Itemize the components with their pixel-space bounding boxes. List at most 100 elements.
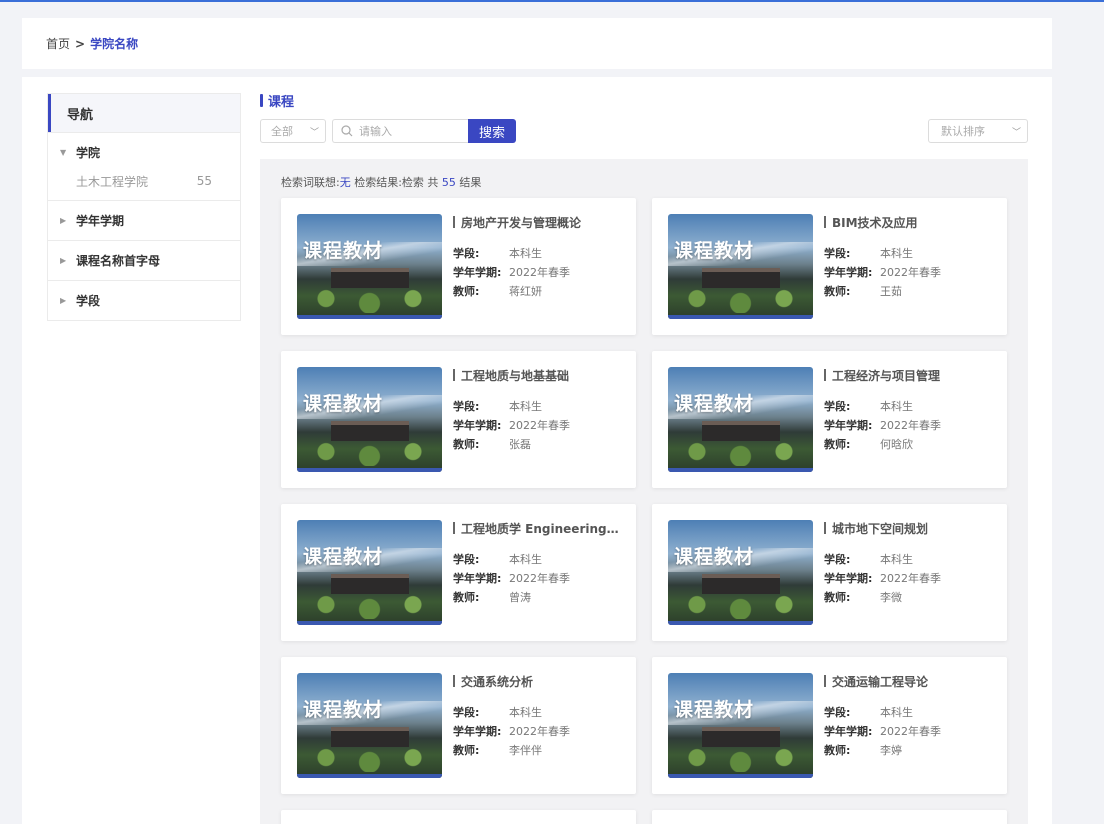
- nav-group-initial-toggle[interactable]: ▶ 课程名称首字母: [48, 241, 240, 280]
- course-card[interactable]: 课程教材 城市地下空间规划 学段: 本科生 学年学期: 2022年春季 教师: …: [652, 504, 1007, 641]
- title-accent-bar: [824, 369, 826, 381]
- meta-row-stage: 学段: 本科生: [453, 396, 625, 415]
- course-title: 房地产开发与管理概论: [453, 214, 625, 230]
- nav-group-stage: ▶ 学段: [48, 280, 240, 320]
- title-accent-bar: [453, 522, 455, 534]
- summary-suffix: 结果: [455, 176, 482, 189]
- thumbnail-label: 课程教材: [303, 546, 384, 568]
- filter-select-value: 全部: [271, 125, 293, 138]
- nav-group-label: 学年学期: [76, 214, 125, 228]
- meta-row-term: 学年学期: 2022年春季: [824, 262, 996, 281]
- course-title-text: 工程经济与项目管理: [832, 368, 941, 383]
- nav-group-label: 学院: [76, 146, 101, 160]
- course-content: 课程 全部 ﹀ 搜索 默认排序 ﹀ 检索词联想:无 检索结果:检索: [260, 91, 1028, 824]
- meta-key: 教师:: [824, 590, 851, 604]
- sort-select[interactable]: 默认排序 ﹀: [928, 119, 1028, 143]
- thumbnail-label: 课程教材: [303, 393, 384, 415]
- summary-count: 55: [441, 176, 456, 189]
- meta-row-stage: 学段: 本科生: [824, 396, 996, 415]
- course-meta: 学段: 本科生 学年学期: 2022年春季 教师: 蒋红妍: [453, 243, 625, 300]
- meta-key: 学段:: [824, 552, 851, 566]
- sort-select-value: 默认排序: [941, 125, 985, 138]
- meta-teacher-value: 张磊: [509, 437, 531, 451]
- meta-key: 教师:: [453, 743, 480, 757]
- title-accent-bar: [453, 369, 455, 381]
- breadcrumb-home-link[interactable]: 首页: [46, 35, 70, 52]
- nav-group-initial: ▶ 课程名称首字母: [48, 240, 240, 280]
- course-thumbnail: 课程教材: [668, 214, 813, 319]
- course-meta: 学段: 本科生 学年学期: 2022年春季 教师: 张磊: [453, 396, 625, 453]
- meta-key: 学段:: [453, 552, 480, 566]
- nav-item-civil-engineering[interactable]: 土木工程学院 55: [48, 166, 240, 196]
- meta-term-value: 2022年春季: [880, 724, 941, 738]
- meta-key: 学段:: [824, 399, 851, 413]
- course-info: 城市地下空间规划 学段: 本科生 学年学期: 2022年春季 教师: 李微: [824, 520, 996, 606]
- course-card-partial[interactable]: [652, 810, 1007, 824]
- search-input[interactable]: [359, 124, 459, 138]
- meta-term-value: 2022年春季: [509, 571, 570, 585]
- nav-group-term-toggle[interactable]: ▶ 学年学期: [48, 201, 240, 240]
- meta-term-value: 2022年春季: [509, 418, 570, 432]
- course-thumbnail: 课程教材: [297, 673, 442, 778]
- course-title: 交通运输工程导论: [824, 673, 996, 689]
- caret-down-icon: ▼: [60, 148, 67, 157]
- meta-term-value: 2022年春季: [880, 571, 941, 585]
- meta-key: 学年学期:: [453, 418, 502, 432]
- course-card[interactable]: 课程教材 交通系统分析 学段: 本科生 学年学期: 2022年春季 教师: 李伴…: [281, 657, 636, 794]
- thumbnail-label: 课程教材: [674, 699, 755, 721]
- meta-row-term: 学年学期: 2022年春季: [453, 721, 625, 740]
- chevron-down-icon: ﹀: [1011, 127, 1021, 138]
- meta-stage-value: 本科生: [509, 552, 542, 566]
- meta-row-term: 学年学期: 2022年春季: [824, 568, 996, 587]
- course-title-text: 工程地质与地基基础: [461, 368, 570, 383]
- filter-select[interactable]: 全部 ﹀: [260, 119, 326, 143]
- course-card[interactable]: 课程教材 BIM技术及应用 学段: 本科生 学年学期: 2022年春季 教师: …: [652, 198, 1007, 335]
- meta-row-teacher: 教师: 何晗欣: [824, 434, 996, 453]
- meta-term-value: 2022年春季: [880, 418, 941, 432]
- meta-row-stage: 学段: 本科生: [824, 243, 996, 262]
- course-title-text: BIM技术及应用: [832, 215, 918, 230]
- meta-row-teacher: 教师: 李婷: [824, 740, 996, 759]
- course-info: 房地产开发与管理概论 学段: 本科生 学年学期: 2022年春季 教师: 蒋红妍: [453, 214, 625, 300]
- search-button[interactable]: 搜索: [468, 119, 516, 143]
- course-thumbnail: 课程教材: [668, 520, 813, 625]
- course-meta: 学段: 本科生 学年学期: 2022年春季 教师: 王茹: [824, 243, 996, 300]
- course-card[interactable]: 课程教材 房地产开发与管理概论 学段: 本科生 学年学期: 2022年春季 教师…: [281, 198, 636, 335]
- title-accent-bar: [453, 675, 455, 687]
- nav-group-stage-toggle[interactable]: ▶ 学段: [48, 281, 240, 320]
- caret-right-icon: ▶: [60, 256, 67, 265]
- course-title-text: 交通运输工程导论: [832, 674, 929, 689]
- course-info: 工程经济与项目管理 学段: 本科生 学年学期: 2022年春季 教师: 何晗欣: [824, 367, 996, 453]
- course-card[interactable]: 课程教材 交通运输工程导论 学段: 本科生 学年学期: 2022年春季 教师: …: [652, 657, 1007, 794]
- meta-key: 教师:: [824, 437, 851, 451]
- meta-key: 教师:: [453, 437, 480, 451]
- nav-item-count: 55: [196, 174, 212, 188]
- course-info: 工程地质与地基基础 学段: 本科生 学年学期: 2022年春季 教师: 张磊: [453, 367, 625, 453]
- course-card[interactable]: 课程教材 工程地质学 Engineering… 学段: 本科生 学年学期: 20…: [281, 504, 636, 641]
- course-card-partial[interactable]: [281, 810, 636, 824]
- thumbnail-label: 课程教材: [674, 393, 755, 415]
- meta-row-teacher: 教师: 李伴伴: [453, 740, 625, 759]
- meta-key: 学年学期:: [824, 571, 873, 585]
- nav-title: 导航: [48, 94, 240, 132]
- meta-row-stage: 学段: 本科生: [824, 549, 996, 568]
- meta-row-term: 学年学期: 2022年春季: [453, 262, 625, 281]
- title-accent-bar: [824, 216, 826, 228]
- search-icon: [341, 125, 353, 137]
- course-info: 工程地质学 Engineering… 学段: 本科生 学年学期: 2022年春季…: [453, 520, 625, 606]
- caret-right-icon: ▶: [60, 216, 67, 225]
- nav-group-label: 学段: [76, 294, 101, 308]
- course-meta: 学段: 本科生 学年学期: 2022年春季 教师: 何晗欣: [824, 396, 996, 453]
- meta-key: 学年学期:: [824, 418, 873, 432]
- course-card[interactable]: 课程教材 工程地质与地基基础 学段: 本科生 学年学期: 2022年春季 教师:…: [281, 351, 636, 488]
- meta-key: 学段:: [453, 246, 480, 260]
- course-info: 交通系统分析 学段: 本科生 学年学期: 2022年春季 教师: 李伴伴: [453, 673, 625, 759]
- thumbnail-label: 课程教材: [674, 546, 755, 568]
- meta-stage-value: 本科生: [509, 705, 542, 719]
- course-title: 工程经济与项目管理: [824, 367, 996, 383]
- meta-row-stage: 学段: 本科生: [453, 549, 625, 568]
- caret-right-icon: ▶: [60, 296, 67, 305]
- course-card[interactable]: 课程教材 工程经济与项目管理 学段: 本科生 学年学期: 2022年春季 教师:…: [652, 351, 1007, 488]
- course-info: 交通运输工程导论 学段: 本科生 学年学期: 2022年春季 教师: 李婷: [824, 673, 996, 759]
- title-accent-bar: [260, 93, 263, 107]
